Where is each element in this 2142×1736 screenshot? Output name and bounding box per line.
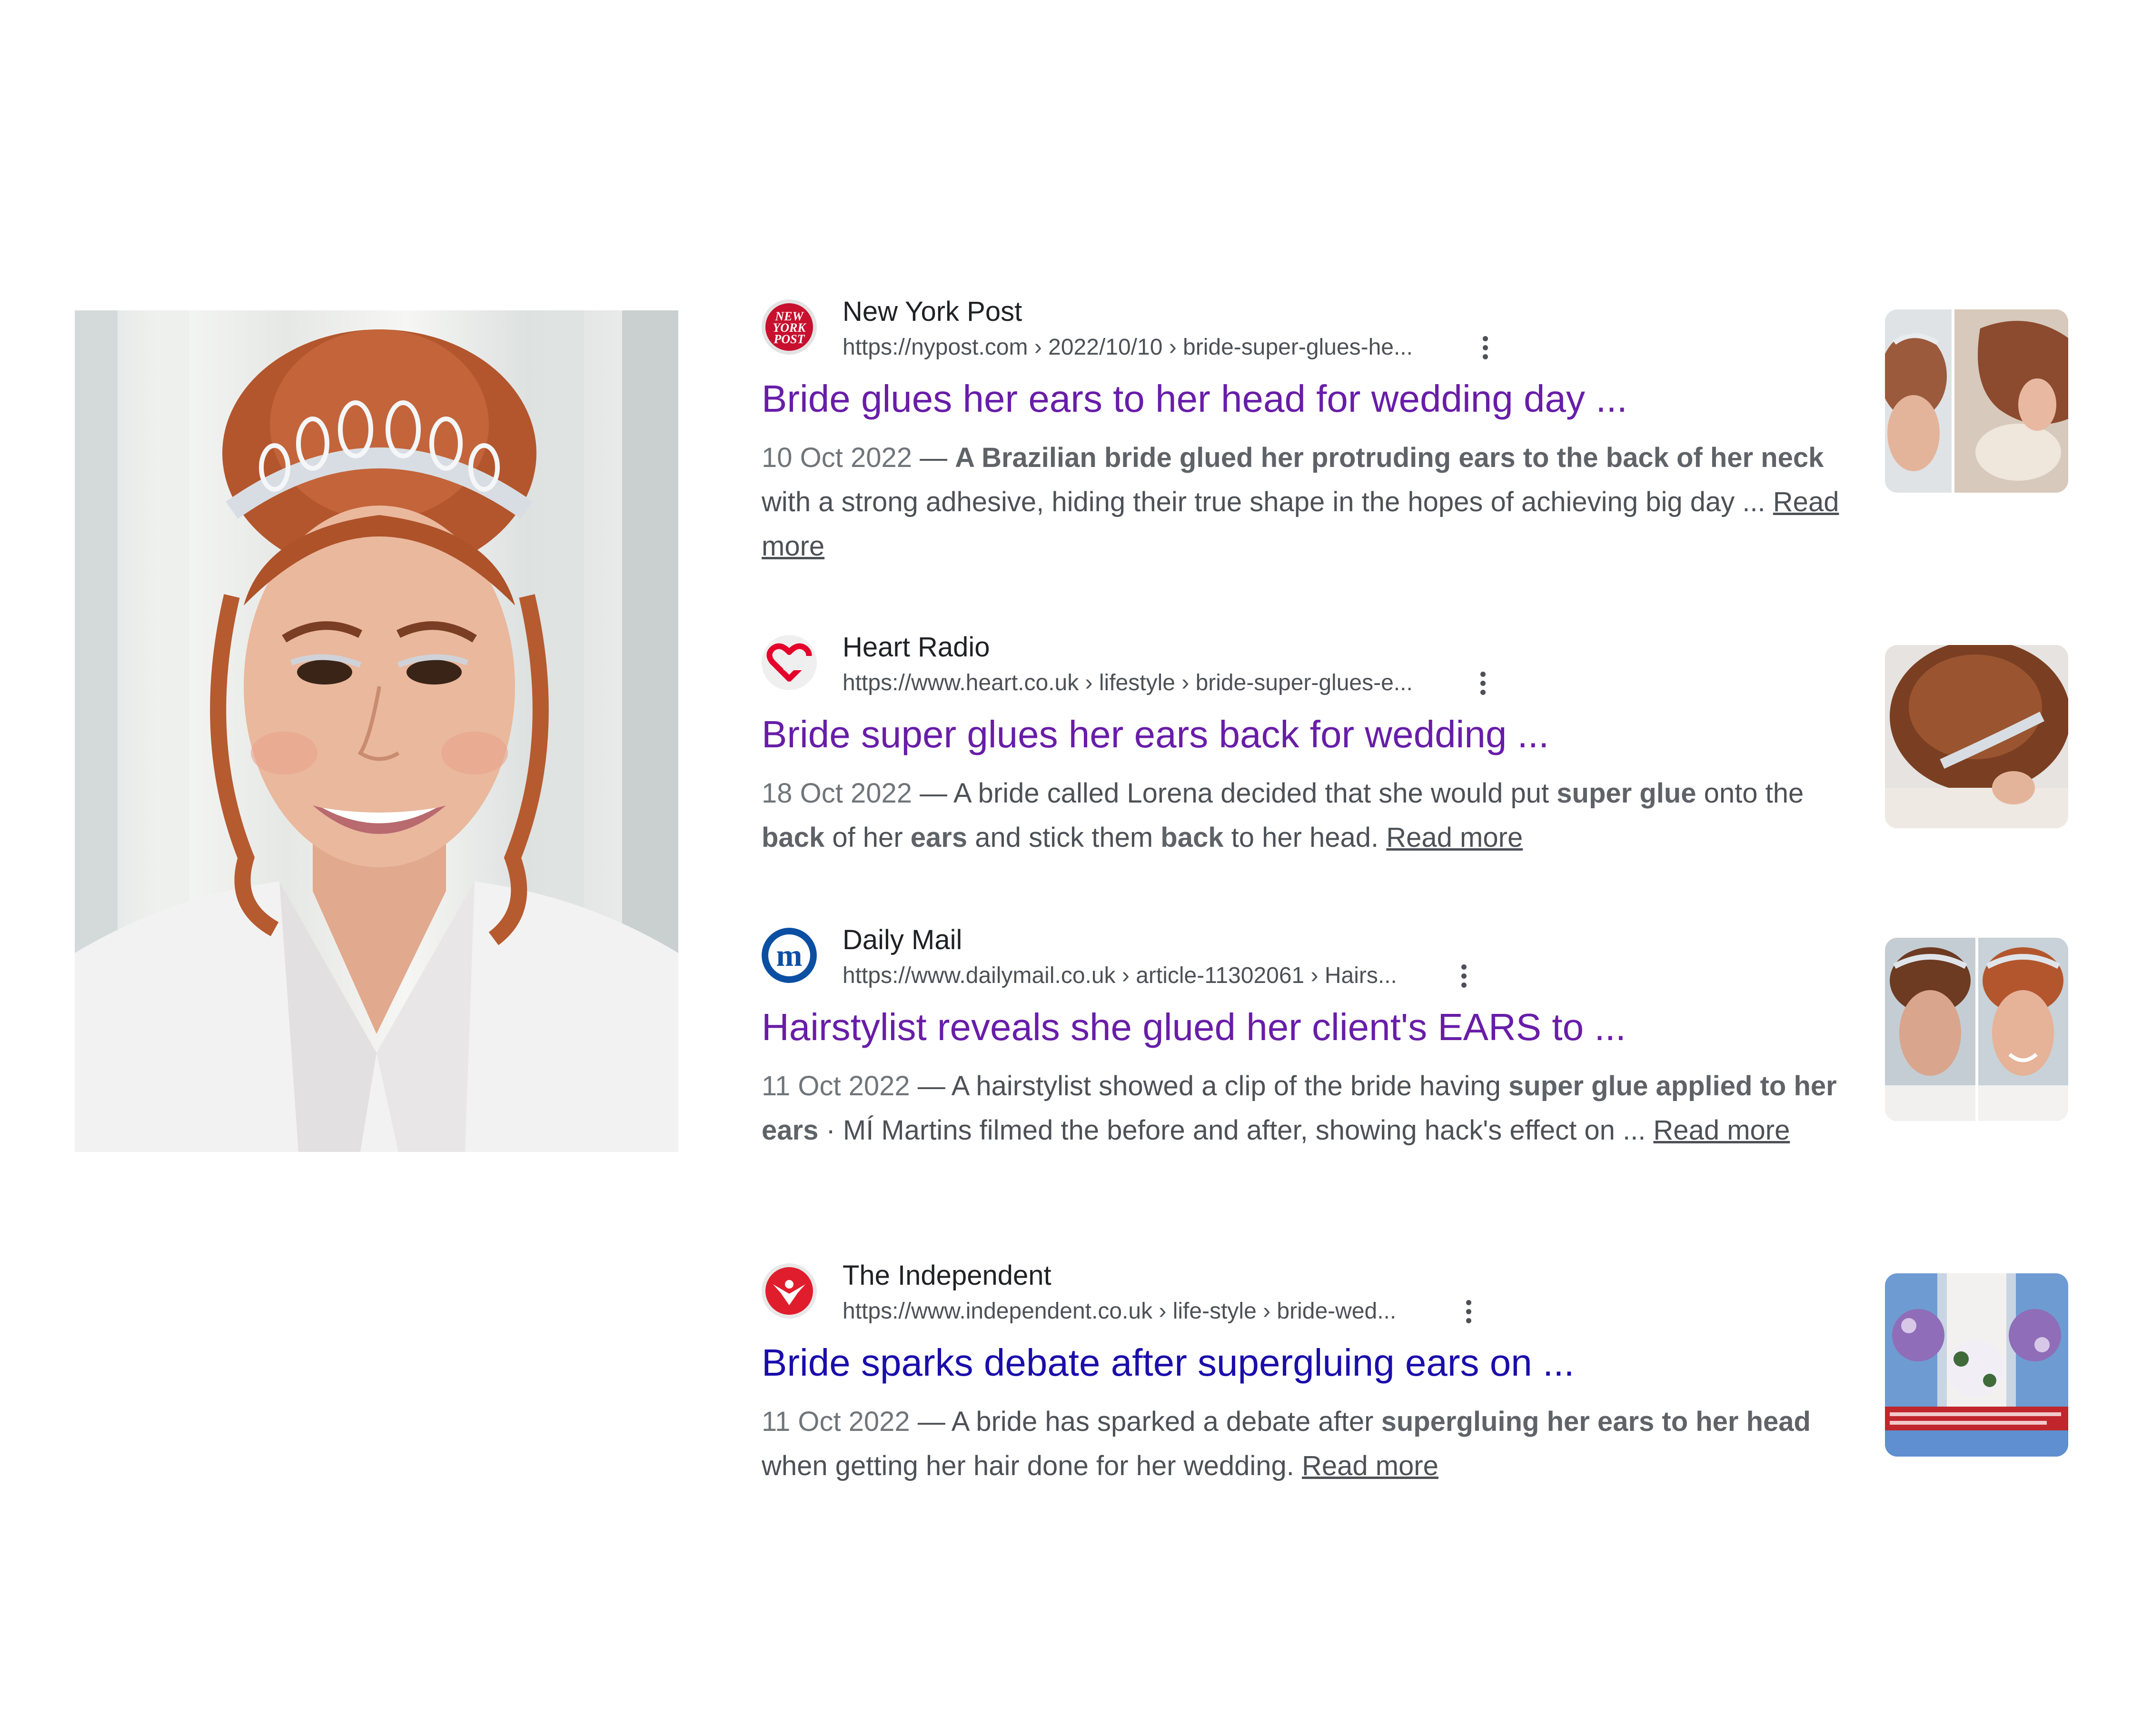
three-dot-vertical-icon[interactable]	[1476, 332, 1495, 363]
result-thumbnail[interactable]	[1885, 938, 2068, 1121]
result-snippet: 10 Oct 2022 — A Brazilian bride glued he…	[762, 436, 1861, 568]
svg-text:POST: POST	[774, 332, 805, 346]
independent-eagle-logo-icon[interactable]	[762, 1263, 817, 1319]
separator: —	[910, 1406, 952, 1437]
snippet-text: with a strong adhesive, hiding their tru…	[762, 486, 1773, 517]
three-dot-vertical-icon[interactable]	[1459, 1296, 1478, 1327]
snippet-text: and stick them	[967, 822, 1161, 853]
snippet-text: A hairstylist showed a clip of the bride…	[951, 1071, 1509, 1101]
search-result: Heart Radio https://www.heart.co.uk › li…	[762, 631, 2085, 869]
read-more-link[interactable]: Read more	[1302, 1450, 1438, 1481]
result-date: 11 Oct 2022	[762, 1071, 910, 1101]
snippet-text: when getting her hair done for her weddi…	[762, 1450, 1302, 1481]
result-title-link[interactable]: Bride super glues her ears back for wedd…	[762, 711, 1549, 758]
result-url[interactable]: https://www.independent.co.uk › life-sty…	[843, 1297, 1396, 1326]
snippet-bold: A Brazilian bride glued her protruding e…	[955, 442, 1824, 473]
snippet-text: A bride has sparked a debate after	[951, 1406, 1381, 1437]
daily-mail-logo-icon[interactable]: m	[762, 928, 817, 983]
search-result: m Daily Mail https://www.dailymail.co.uk…	[762, 923, 2085, 1209]
separator: —	[912, 778, 954, 809]
result-title-link[interactable]: Bride glues her ears to her head for wed…	[762, 375, 1627, 423]
search-result: The Independent https://www.independent.…	[762, 1259, 2085, 1497]
separator: —	[910, 1071, 952, 1101]
result-thumbnail[interactable]	[1885, 1273, 2068, 1457]
result-title-link[interactable]: Hairstylist reveals she glued her client…	[762, 1003, 1626, 1051]
snippet-text: of her	[824, 822, 911, 853]
read-more-link[interactable]: Read more	[1386, 822, 1523, 853]
result-url[interactable]: https://www.heart.co.uk › lifestyle › br…	[843, 669, 1413, 697]
site-name[interactable]: The Independent	[843, 1259, 1051, 1292]
snippet-bold: ears	[910, 822, 968, 853]
snippet-bold: supergluing her ears to her head	[1381, 1406, 1811, 1437]
snippet-text: A bride called Lorena decided that she w…	[953, 778, 1557, 809]
result-title-link[interactable]: Bride sparks debate after supergluing ea…	[762, 1339, 1575, 1387]
result-date: 11 Oct 2022	[762, 1406, 910, 1437]
site-name[interactable]: Heart Radio	[843, 631, 990, 664]
snippet-bold: back	[762, 822, 825, 853]
search-result: NEW YORK POST New York Post https://nypo…	[762, 295, 2085, 581]
result-date: 18 Oct 2022	[762, 778, 912, 809]
result-snippet: 11 Oct 2022 — A bride has sparked a deba…	[762, 1399, 1861, 1488]
separator: —	[912, 442, 955, 473]
snippet-bold: back	[1160, 822, 1224, 853]
result-url[interactable]: https://www.dailymail.co.uk › article-11…	[843, 962, 1397, 990]
snippet-bold: super glue	[1557, 778, 1696, 809]
snippet-text: · MÍ Martins filmed the before and after…	[818, 1115, 1654, 1146]
result-url[interactable]: https://nypost.com › 2022/10/10 › bride-…	[843, 333, 1413, 362]
read-more-link[interactable]: Read more	[1653, 1115, 1790, 1146]
svg-text:m: m	[776, 938, 803, 973]
result-thumbnail[interactable]	[1885, 645, 2068, 828]
site-name[interactable]: New York Post	[843, 295, 1022, 328]
snippet-text: to her head.	[1223, 822, 1387, 853]
result-date: 10 Oct 2022	[762, 442, 912, 473]
heart-radio-logo-icon[interactable]	[762, 635, 817, 690]
new-york-post-logo-icon[interactable]: NEW YORK POST	[762, 299, 817, 355]
snippet-text: onto the	[1696, 778, 1804, 809]
result-snippet: 11 Oct 2022 — A hairstylist showed a cli…	[762, 1064, 1861, 1152]
site-name[interactable]: Daily Mail	[843, 923, 962, 957]
result-snippet: 18 Oct 2022 — A bride called Lorena deci…	[762, 771, 1861, 860]
three-dot-vertical-icon[interactable]	[1454, 961, 1473, 991]
three-dot-vertical-icon[interactable]	[1473, 668, 1492, 698]
result-thumbnail[interactable]	[1885, 309, 2068, 493]
bride-portrait-image	[75, 310, 678, 1152]
